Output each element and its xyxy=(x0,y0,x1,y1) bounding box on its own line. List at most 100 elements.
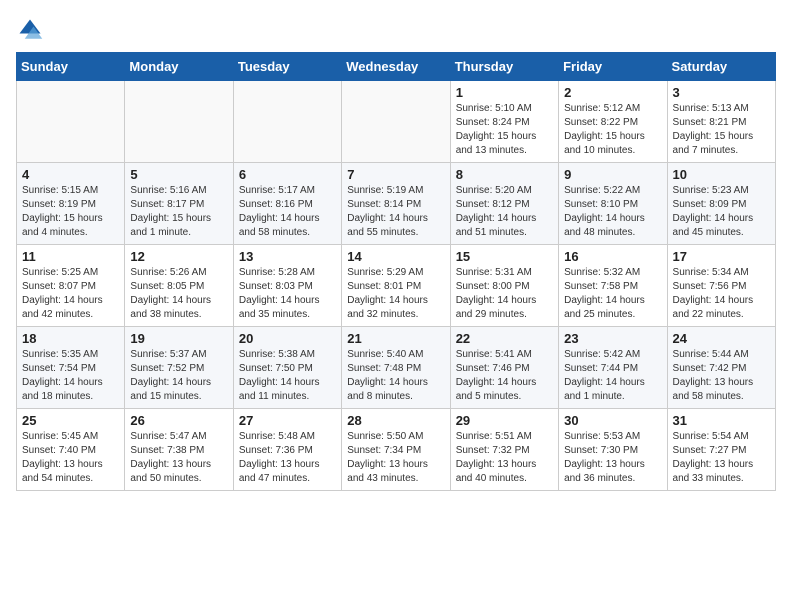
calendar-day-25: 25Sunrise: 5:45 AM Sunset: 7:40 PM Dayli… xyxy=(17,409,125,491)
day-info: Sunrise: 5:19 AM Sunset: 8:14 PM Dayligh… xyxy=(347,184,444,240)
logo-icon xyxy=(16,16,44,44)
day-number: 31 xyxy=(673,413,770,428)
calendar-day-31: 31 Sunrise: 5:54 AM Sunset: 7:27 PM Dayli… xyxy=(667,409,775,491)
calendar-day-30: 30 Sunrise: 5:53 AM Sunset: 7:30 PM Dayli… xyxy=(559,409,667,491)
day-info: Sunrise: 5:37 AM Sunset: 7:52 PM Dayligh… xyxy=(130,348,227,404)
calendar-day-27: 27 Sunrise: 5:48 AM Sunset: 7:36 PM Dayli… xyxy=(233,409,341,491)
calendar-empty-cell xyxy=(125,81,233,163)
day-info: Sunrise: 5:54 AM Sunset: 7:27 PM Dayligh… xyxy=(673,430,770,486)
day-number: 3 xyxy=(673,85,770,100)
calendar-header-row: SundayMondayTuesdayWednesdayThursdayFrid… xyxy=(17,53,776,81)
day-info: Sunrise: 5:23 AM Sunset: 8:09 PM Dayligh… xyxy=(673,184,770,240)
calendar-day-26: 26Sunrise: 5:47 AM Sunset: 7:38 PM Dayli… xyxy=(125,409,233,491)
day-info: Sunrise: 5:48 AM Sunset: 7:36 PM Dayligh… xyxy=(239,430,336,486)
day-info: Sunrise: 5:26 AM Sunset: 8:05 PM Dayligh… xyxy=(130,266,227,322)
page-header xyxy=(16,16,776,44)
calendar-day-8: 8Sunrise: 5:20 AM Sunset: 8:12 PM Daylig… xyxy=(450,163,558,245)
calendar-day-29: 29 Sunrise: 5:51 AM Sunset: 7:32 PM Dayli… xyxy=(450,409,558,491)
day-info: Sunrise: 5:44 AM Sunset: 7:42 PM Dayligh… xyxy=(673,348,770,404)
calendar-day-9: 9 Sunrise: 5:22 AM Sunset: 8:10 PM Daylig… xyxy=(559,163,667,245)
day-number: 22 xyxy=(456,331,553,346)
day-info: Sunrise: 5:38 AM Sunset: 7:50 PM Dayligh… xyxy=(239,348,336,404)
day-info: Sunrise: 5:45 AM Sunset: 7:40 PM Dayligh… xyxy=(22,430,119,486)
calendar-header-monday: Monday xyxy=(125,53,233,81)
calendar-day-4: 4Sunrise: 5:15 AM Sunset: 8:19 PM Daylig… xyxy=(17,163,125,245)
calendar-header-tuesday: Tuesday xyxy=(233,53,341,81)
day-number: 7 xyxy=(347,167,444,182)
calendar-day-23: 23 Sunrise: 5:42 AM Sunset: 7:44 PM Dayli… xyxy=(559,327,667,409)
calendar-table: SundayMondayTuesdayWednesdayThursdayFrid… xyxy=(16,52,776,491)
day-number: 16 xyxy=(564,249,661,264)
day-info: Sunrise: 5:25 AM Sunset: 8:07 PM Dayligh… xyxy=(22,266,119,322)
day-number: 30 xyxy=(564,413,661,428)
calendar-week-row: 18 Sunrise: 5:35 AM Sunset: 7:54 PM Dayli… xyxy=(17,327,776,409)
day-number: 26 xyxy=(130,413,227,428)
calendar-day-15: 15 Sunrise: 5:31 AM Sunset: 8:00 PM Dayli… xyxy=(450,245,558,327)
calendar-empty-cell xyxy=(17,81,125,163)
day-info: Sunrise: 5:16 AM Sunset: 8:17 PM Dayligh… xyxy=(130,184,227,240)
calendar-day-12: 12 Sunrise: 5:26 AM Sunset: 8:05 PM Dayli… xyxy=(125,245,233,327)
day-number: 2 xyxy=(564,85,661,100)
logo xyxy=(16,16,48,44)
calendar-day-28: 28 Sunrise: 5:50 AM Sunset: 7:34 PM Dayli… xyxy=(342,409,450,491)
day-number: 29 xyxy=(456,413,553,428)
day-info: Sunrise: 5:42 AM Sunset: 7:44 PM Dayligh… xyxy=(564,348,661,404)
calendar-day-13: 13 Sunrise: 5:28 AM Sunset: 8:03 PM Dayli… xyxy=(233,245,341,327)
day-number: 18 xyxy=(22,331,119,346)
calendar-week-row: 25Sunrise: 5:45 AM Sunset: 7:40 PM Dayli… xyxy=(17,409,776,491)
day-number: 15 xyxy=(456,249,553,264)
day-number: 12 xyxy=(130,249,227,264)
day-number: 5 xyxy=(130,167,227,182)
calendar-day-16: 16Sunrise: 5:32 AM Sunset: 7:58 PM Dayli… xyxy=(559,245,667,327)
day-number: 19 xyxy=(130,331,227,346)
day-number: 6 xyxy=(239,167,336,182)
day-info: Sunrise: 5:10 AM Sunset: 8:24 PM Dayligh… xyxy=(456,102,553,158)
day-info: Sunrise: 5:29 AM Sunset: 8:01 PM Dayligh… xyxy=(347,266,444,322)
day-number: 1 xyxy=(456,85,553,100)
calendar-day-11: 11 Sunrise: 5:25 AM Sunset: 8:07 PM Dayli… xyxy=(17,245,125,327)
day-number: 23 xyxy=(564,331,661,346)
day-info: Sunrise: 5:31 AM Sunset: 8:00 PM Dayligh… xyxy=(456,266,553,322)
day-number: 9 xyxy=(564,167,661,182)
calendar-day-2: 2 Sunrise: 5:12 AM Sunset: 8:22 PM Daylig… xyxy=(559,81,667,163)
calendar-header-sunday: Sunday xyxy=(17,53,125,81)
calendar-day-5: 5 Sunrise: 5:16 AM Sunset: 8:17 PM Daylig… xyxy=(125,163,233,245)
calendar-day-24: 24 Sunrise: 5:44 AM Sunset: 7:42 PM Dayli… xyxy=(667,327,775,409)
calendar-header-thursday: Thursday xyxy=(450,53,558,81)
day-info: Sunrise: 5:22 AM Sunset: 8:10 PM Dayligh… xyxy=(564,184,661,240)
day-number: 13 xyxy=(239,249,336,264)
calendar-empty-cell xyxy=(233,81,341,163)
day-number: 28 xyxy=(347,413,444,428)
calendar-day-17: 17 Sunrise: 5:34 AM Sunset: 7:56 PM Dayli… xyxy=(667,245,775,327)
day-info: Sunrise: 5:51 AM Sunset: 7:32 PM Dayligh… xyxy=(456,430,553,486)
day-info: Sunrise: 5:40 AM Sunset: 7:48 PM Dayligh… xyxy=(347,348,444,404)
calendar-header-friday: Friday xyxy=(559,53,667,81)
day-number: 14 xyxy=(347,249,444,264)
day-number: 21 xyxy=(347,331,444,346)
day-info: Sunrise: 5:34 AM Sunset: 7:56 PM Dayligh… xyxy=(673,266,770,322)
day-number: 17 xyxy=(673,249,770,264)
calendar-day-3: 3 Sunrise: 5:13 AM Sunset: 8:21 PM Daylig… xyxy=(667,81,775,163)
calendar-header-wednesday: Wednesday xyxy=(342,53,450,81)
day-number: 11 xyxy=(22,249,119,264)
day-number: 27 xyxy=(239,413,336,428)
day-info: Sunrise: 5:28 AM Sunset: 8:03 PM Dayligh… xyxy=(239,266,336,322)
day-info: Sunrise: 5:50 AM Sunset: 7:34 PM Dayligh… xyxy=(347,430,444,486)
calendar-day-14: 14 Sunrise: 5:29 AM Sunset: 8:01 PM Dayli… xyxy=(342,245,450,327)
day-number: 24 xyxy=(673,331,770,346)
calendar-week-row: 4Sunrise: 5:15 AM Sunset: 8:19 PM Daylig… xyxy=(17,163,776,245)
day-info: Sunrise: 5:13 AM Sunset: 8:21 PM Dayligh… xyxy=(673,102,770,158)
day-number: 4 xyxy=(22,167,119,182)
calendar-week-row: 1 Sunrise: 5:10 AM Sunset: 8:24 PM Daylig… xyxy=(17,81,776,163)
day-info: Sunrise: 5:53 AM Sunset: 7:30 PM Dayligh… xyxy=(564,430,661,486)
calendar-day-6: 6 Sunrise: 5:17 AM Sunset: 8:16 PM Daylig… xyxy=(233,163,341,245)
day-info: Sunrise: 5:41 AM Sunset: 7:46 PM Dayligh… xyxy=(456,348,553,404)
day-info: Sunrise: 5:17 AM Sunset: 8:16 PM Dayligh… xyxy=(239,184,336,240)
day-info: Sunrise: 5:12 AM Sunset: 8:22 PM Dayligh… xyxy=(564,102,661,158)
day-info: Sunrise: 5:35 AM Sunset: 7:54 PM Dayligh… xyxy=(22,348,119,404)
calendar-week-row: 11 Sunrise: 5:25 AM Sunset: 8:07 PM Dayli… xyxy=(17,245,776,327)
day-number: 20 xyxy=(239,331,336,346)
calendar-day-10: 10Sunrise: 5:23 AM Sunset: 8:09 PM Dayli… xyxy=(667,163,775,245)
calendar-day-18: 18 Sunrise: 5:35 AM Sunset: 7:54 PM Dayli… xyxy=(17,327,125,409)
day-info: Sunrise: 5:20 AM Sunset: 8:12 PM Dayligh… xyxy=(456,184,553,240)
